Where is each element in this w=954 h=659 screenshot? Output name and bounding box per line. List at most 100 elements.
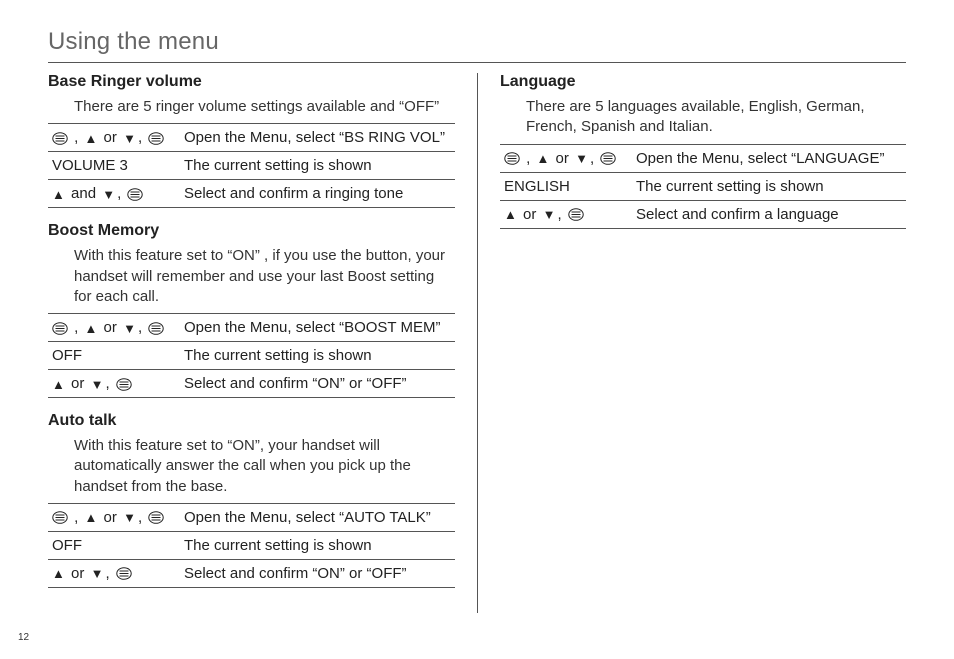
section: Base Ringer volume There are 5 ringer vol… (48, 73, 455, 208)
comma-label: , (103, 375, 115, 392)
table-row: ▲ or ▼, Select and confirm a language (500, 200, 906, 228)
table-row: OFFThe current setting is shown (48, 531, 455, 559)
section: Boost MemoryWith this feature set to “ON… (48, 222, 455, 398)
menu-icon (148, 511, 164, 524)
comma-label: , (136, 129, 148, 146)
step-action: Select and confirm a language (632, 200, 906, 228)
content-columns: Base Ringer volume There are 5 ringer vol… (48, 73, 906, 613)
comma-label: , (520, 150, 537, 167)
section-heading: Language (500, 73, 906, 91)
comma-label: , (555, 206, 567, 223)
menu-icon (52, 322, 68, 335)
or-label: or (97, 129, 123, 146)
menu-icon (116, 567, 132, 580)
step-action: Open the Menu, select “BOOST MEM” (180, 314, 455, 342)
down-arrow-icon: ▼ (102, 188, 115, 201)
up-arrow-icon: ▲ (85, 511, 98, 524)
comma-label: , (136, 509, 148, 526)
step-keys: ▲ or ▼, (500, 200, 632, 228)
step-action: Open the Menu, select “BS RING VOL” (180, 124, 455, 152)
menu-icon (127, 188, 143, 201)
section: Auto talk With this feature set to “ON”, … (48, 412, 455, 588)
step-action: The current setting is shown (180, 342, 455, 370)
section: Language There are 5 languages available,… (500, 73, 906, 229)
step-keys: ENGLISH (500, 172, 632, 200)
up-arrow-icon: ▲ (52, 378, 65, 391)
table-row: ENGLISHThe current setting is shown (500, 172, 906, 200)
down-arrow-icon: ▼ (575, 152, 588, 165)
step-action: The current setting is shown (180, 152, 455, 180)
step-action: Open the Menu, select “AUTO TALK” (180, 503, 455, 531)
step-keys: , ▲ or ▼, (48, 124, 180, 152)
menu-icon (148, 322, 164, 335)
table-row: ▲ or ▼, Select and confirm “ON” or “OFF” (48, 559, 455, 587)
section-heading: Base Ringer volume (48, 73, 455, 91)
page-title: Using the menu (48, 28, 906, 63)
section-heading: Auto talk (48, 412, 455, 430)
step-keys: , ▲ or ▼, (500, 144, 632, 172)
comma-label: , (68, 129, 85, 146)
or-label: or (97, 319, 123, 336)
step-action: Select and confirm “ON” or “OFF” (180, 370, 455, 398)
right-column: Language There are 5 languages available,… (477, 73, 906, 613)
down-arrow-icon: ▼ (123, 511, 136, 524)
step-keys: VOLUME 3 (48, 152, 180, 180)
menu-icon (148, 132, 164, 145)
or-label: or (65, 565, 91, 582)
menu-icon (600, 152, 616, 165)
up-arrow-icon: ▲ (537, 152, 550, 165)
step-action: Select and confirm “ON” or “OFF” (180, 559, 455, 587)
up-arrow-icon: ▲ (85, 322, 98, 335)
steps-table: , ▲ or ▼, Open the Menu, select “LANGUAG… (500, 144, 906, 229)
down-arrow-icon: ▼ (123, 132, 136, 145)
step-keys: ▲ or ▼, (48, 370, 180, 398)
up-arrow-icon: ▲ (504, 208, 517, 221)
up-arrow-icon: ▲ (52, 567, 65, 580)
table-row: OFFThe current setting is shown (48, 342, 455, 370)
step-action: Open the Menu, select “LANGUAGE” (632, 144, 906, 172)
section-description: There are 5 languages available, English… (500, 97, 906, 138)
table-row: ▲ or ▼, Select and confirm “ON” or “OFF” (48, 370, 455, 398)
down-arrow-icon: ▼ (91, 567, 104, 580)
menu-icon (504, 152, 520, 165)
steps-table: , ▲ or ▼, Open the Menu, select “BOOST M… (48, 313, 455, 398)
steps-table: , ▲ or ▼, Open the Menu, select “BS RING… (48, 123, 455, 208)
step-action: Select and confirm a ringing tone (180, 180, 455, 208)
comma-label: , (115, 185, 127, 202)
manual-page: Using the menu Base Ringer volume There a… (0, 0, 954, 659)
or-label: or (549, 150, 575, 167)
step-action: The current setting is shown (632, 172, 906, 200)
section-description: With this feature set to “ON”, your hand… (48, 436, 455, 497)
left-column: Base Ringer volume There are 5 ringer vol… (48, 73, 477, 613)
table-row: , ▲ or ▼, Open the Menu, select “BOOST M… (48, 314, 455, 342)
up-arrow-icon: ▲ (52, 188, 65, 201)
table-row: , ▲ or ▼, Open the Menu, select “BS RING… (48, 124, 455, 152)
down-arrow-icon: ▼ (123, 322, 136, 335)
menu-icon (52, 511, 68, 524)
comma-label: , (68, 319, 85, 336)
down-arrow-icon: ▼ (543, 208, 556, 221)
step-action: The current setting is shown (180, 531, 455, 559)
step-keys: ▲ and ▼, (48, 180, 180, 208)
step-keys: , ▲ or ▼, (48, 503, 180, 531)
table-row: ▲ and ▼, Select and confirm a ringing to… (48, 180, 455, 208)
table-row: , ▲ or ▼, Open the Menu, select “LANGUAG… (500, 144, 906, 172)
section-description: There are 5 ringer volume settings avail… (48, 97, 455, 117)
and-label: and (65, 185, 102, 202)
comma-label: , (588, 150, 600, 167)
menu-icon (116, 378, 132, 391)
up-arrow-icon: ▲ (85, 132, 98, 145)
down-arrow-icon: ▼ (91, 378, 104, 391)
steps-table: , ▲ or ▼, Open the Menu, select “AUTO TA… (48, 503, 455, 588)
or-label: or (517, 206, 543, 223)
table-row: VOLUME 3The current setting is shown (48, 152, 455, 180)
step-keys: , ▲ or ▼, (48, 314, 180, 342)
comma-label: , (68, 509, 85, 526)
menu-icon (52, 132, 68, 145)
or-label: or (97, 509, 123, 526)
page-number: 12 (18, 632, 29, 643)
table-row: , ▲ or ▼, Open the Menu, select “AUTO TA… (48, 503, 455, 531)
section-description: With this feature set to “ON” , if you u… (48, 246, 455, 307)
step-keys: OFF (48, 531, 180, 559)
step-keys: ▲ or ▼, (48, 559, 180, 587)
